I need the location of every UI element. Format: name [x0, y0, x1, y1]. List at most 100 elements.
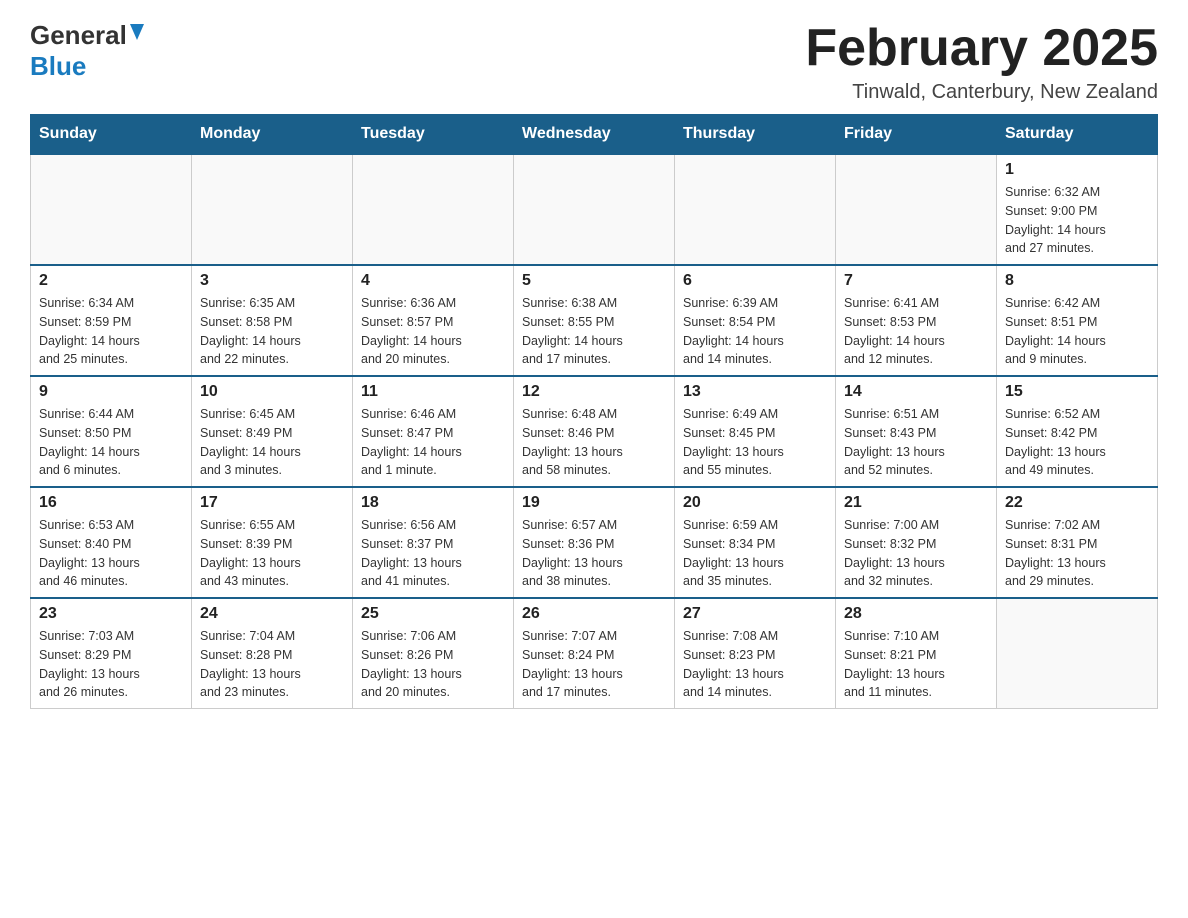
calendar-day-cell: 20Sunrise: 6:59 AM Sunset: 8:34 PM Dayli… — [675, 487, 836, 598]
title-block: February 2025 Tinwald, Canterbury, New Z… — [805, 20, 1158, 104]
day-number: 6 — [683, 272, 827, 290]
day-info: Sunrise: 7:00 AM Sunset: 8:32 PM Dayligh… — [844, 516, 988, 591]
calendar-day-cell: 16 Sunrise: 6:53 AM Sunset: 8:40 PM Dayli… — [31, 487, 192, 598]
calendar-day-cell: 1 Sunrise: 6:32 AM Sunset: 9:00 PM Daylig… — [997, 154, 1158, 265]
day-info: Sunrise: 7:08 AM Sunset: 8:23 PM Dayligh… — [683, 627, 827, 702]
calendar-day-cell: 18 Sunrise: 6:56 AM Sunset: 8:37 PM Dayli… — [353, 487, 514, 598]
calendar-day-cell: 23Sunrise: 7:03 AM Sunset: 8:29 PM Dayli… — [31, 598, 192, 709]
calendar-day-cell — [675, 154, 836, 265]
day-info: Sunrise: 6:38 AM Sunset: 8:55 PM Dayligh… — [522, 294, 666, 369]
day-info: Sunrise: 6:44 AM Sunset: 8:50 PM Dayligh… — [39, 405, 183, 480]
calendar-day-cell: 21 Sunrise: 7:00 AM Sunset: 8:32 PM Dayli… — [836, 487, 997, 598]
col-friday: Friday — [836, 115, 997, 155]
calendar-day-cell: 22 Sunrise: 7:02 AM Sunset: 8:31 PM Dayli… — [997, 487, 1158, 598]
calendar-day-cell — [353, 154, 514, 265]
calendar-week-row: 2 Sunrise: 6:34 AM Sunset: 8:59 PM Daylig… — [31, 265, 1158, 376]
day-info: Sunrise: 6:53 AM Sunset: 8:40 PM Dayligh… — [39, 516, 183, 591]
col-tuesday: Tuesday — [353, 115, 514, 155]
day-info: Sunrise: 7:03 AM Sunset: 8:29 PM Dayligh… — [39, 627, 183, 702]
calendar-day-cell: 9Sunrise: 6:44 AM Sunset: 8:50 PM Daylig… — [31, 376, 192, 487]
day-number: 19 — [522, 494, 666, 512]
calendar-day-cell: 13 Sunrise: 6:49 AM Sunset: 8:45 PM Dayli… — [675, 376, 836, 487]
day-number: 7 — [844, 272, 988, 290]
day-info: Sunrise: 6:46 AM Sunset: 8:47 PM Dayligh… — [361, 405, 505, 480]
day-number: 15 — [1005, 383, 1149, 401]
calendar-day-cell: 4 Sunrise: 6:36 AM Sunset: 8:57 PM Daylig… — [353, 265, 514, 376]
col-saturday: Saturday — [997, 115, 1158, 155]
calendar-day-cell — [514, 154, 675, 265]
calendar-day-cell: 28Sunrise: 7:10 AM Sunset: 8:21 PM Dayli… — [836, 598, 997, 709]
day-info: Sunrise: 6:39 AM Sunset: 8:54 PM Dayligh… — [683, 294, 827, 369]
calendar-day-cell: 17 Sunrise: 6:55 AM Sunset: 8:39 PM Dayli… — [192, 487, 353, 598]
day-info: Sunrise: 6:49 AM Sunset: 8:45 PM Dayligh… — [683, 405, 827, 480]
day-info: Sunrise: 6:35 AM Sunset: 8:58 PM Dayligh… — [200, 294, 344, 369]
day-info: Sunrise: 6:52 AM Sunset: 8:42 PM Dayligh… — [1005, 405, 1149, 480]
day-info: Sunrise: 7:10 AM Sunset: 8:21 PM Dayligh… — [844, 627, 988, 702]
day-info: Sunrise: 7:07 AM Sunset: 8:24 PM Dayligh… — [522, 627, 666, 702]
calendar-day-cell — [192, 154, 353, 265]
calendar-day-cell: 12Sunrise: 6:48 AM Sunset: 8:46 PM Dayli… — [514, 376, 675, 487]
calendar-week-row: 9Sunrise: 6:44 AM Sunset: 8:50 PM Daylig… — [31, 376, 1158, 487]
col-monday: Monday — [192, 115, 353, 155]
calendar-week-row: 1 Sunrise: 6:32 AM Sunset: 9:00 PM Daylig… — [31, 154, 1158, 265]
calendar-header-row: Sunday Monday Tuesday Wednesday Thursday… — [31, 115, 1158, 155]
calendar-day-cell: 5 Sunrise: 6:38 AM Sunset: 8:55 PM Daylig… — [514, 265, 675, 376]
day-number: 5 — [522, 272, 666, 290]
calendar-table: Sunday Monday Tuesday Wednesday Thursday… — [30, 114, 1158, 709]
day-info: Sunrise: 7:02 AM Sunset: 8:31 PM Dayligh… — [1005, 516, 1149, 591]
day-number: 27 — [683, 605, 827, 623]
day-number: 18 — [361, 494, 505, 512]
day-number: 11 — [361, 383, 505, 401]
logo-triangle-icon — [130, 24, 144, 45]
col-thursday: Thursday — [675, 115, 836, 155]
calendar-day-cell: 25 Sunrise: 7:06 AM Sunset: 8:26 PM Dayli… — [353, 598, 514, 709]
day-info: Sunrise: 6:42 AM Sunset: 8:51 PM Dayligh… — [1005, 294, 1149, 369]
logo-blue-text: Blue — [30, 51, 86, 81]
day-info: Sunrise: 6:51 AM Sunset: 8:43 PM Dayligh… — [844, 405, 988, 480]
day-info: Sunrise: 7:06 AM Sunset: 8:26 PM Dayligh… — [361, 627, 505, 702]
calendar-day-cell: 24 Sunrise: 7:04 AM Sunset: 8:28 PM Dayli… — [192, 598, 353, 709]
calendar-day-cell: 10 Sunrise: 6:45 AM Sunset: 8:49 PM Dayli… — [192, 376, 353, 487]
day-info: Sunrise: 6:36 AM Sunset: 8:57 PM Dayligh… — [361, 294, 505, 369]
calendar-day-cell — [31, 154, 192, 265]
day-number: 2 — [39, 272, 183, 290]
calendar-day-cell: 7 Sunrise: 6:41 AM Sunset: 8:53 PM Daylig… — [836, 265, 997, 376]
day-number: 16 — [39, 494, 183, 512]
location-subtitle: Tinwald, Canterbury, New Zealand — [805, 81, 1158, 104]
day-number: 24 — [200, 605, 344, 623]
calendar-week-row: 16 Sunrise: 6:53 AM Sunset: 8:40 PM Dayli… — [31, 487, 1158, 598]
day-info: Sunrise: 6:55 AM Sunset: 8:39 PM Dayligh… — [200, 516, 344, 591]
calendar-day-cell: 15 Sunrise: 6:52 AM Sunset: 8:42 PM Dayli… — [997, 376, 1158, 487]
calendar-day-cell: 8Sunrise: 6:42 AM Sunset: 8:51 PM Daylig… — [997, 265, 1158, 376]
calendar-day-cell: 2 Sunrise: 6:34 AM Sunset: 8:59 PM Daylig… — [31, 265, 192, 376]
day-info: Sunrise: 6:41 AM Sunset: 8:53 PM Dayligh… — [844, 294, 988, 369]
calendar-day-cell — [836, 154, 997, 265]
day-info: Sunrise: 6:56 AM Sunset: 8:37 PM Dayligh… — [361, 516, 505, 591]
day-number: 26 — [522, 605, 666, 623]
calendar-day-cell: 26 Sunrise: 7:07 AM Sunset: 8:24 PM Dayli… — [514, 598, 675, 709]
calendar-day-cell: 6 Sunrise: 6:39 AM Sunset: 8:54 PM Daylig… — [675, 265, 836, 376]
day-number: 17 — [200, 494, 344, 512]
calendar-day-cell: 3Sunrise: 6:35 AM Sunset: 8:58 PM Daylig… — [192, 265, 353, 376]
month-title: February 2025 — [805, 20, 1158, 77]
day-info: Sunrise: 6:59 AM Sunset: 8:34 PM Dayligh… — [683, 516, 827, 591]
calendar-day-cell: 14 Sunrise: 6:51 AM Sunset: 8:43 PM Dayli… — [836, 376, 997, 487]
day-info: Sunrise: 7:04 AM Sunset: 8:28 PM Dayligh… — [200, 627, 344, 702]
day-info: Sunrise: 6:57 AM Sunset: 8:36 PM Dayligh… — [522, 516, 666, 591]
col-wednesday: Wednesday — [514, 115, 675, 155]
day-number: 10 — [200, 383, 344, 401]
day-number: 14 — [844, 383, 988, 401]
day-info: Sunrise: 6:32 AM Sunset: 9:00 PM Dayligh… — [1005, 183, 1149, 258]
day-info: Sunrise: 6:34 AM Sunset: 8:59 PM Dayligh… — [39, 294, 183, 369]
day-number: 13 — [683, 383, 827, 401]
day-info: Sunrise: 6:45 AM Sunset: 8:49 PM Dayligh… — [200, 405, 344, 480]
day-number: 22 — [1005, 494, 1149, 512]
logo-general-text: General — [30, 20, 127, 51]
day-number: 21 — [844, 494, 988, 512]
calendar-day-cell: 27 Sunrise: 7:08 AM Sunset: 8:23 PM Dayli… — [675, 598, 836, 709]
day-number: 1 — [1005, 161, 1149, 179]
day-info: Sunrise: 6:48 AM Sunset: 8:46 PM Dayligh… — [522, 405, 666, 480]
day-number: 4 — [361, 272, 505, 290]
day-number: 25 — [361, 605, 505, 623]
calendar-day-cell: 19 Sunrise: 6:57 AM Sunset: 8:36 PM Dayli… — [514, 487, 675, 598]
